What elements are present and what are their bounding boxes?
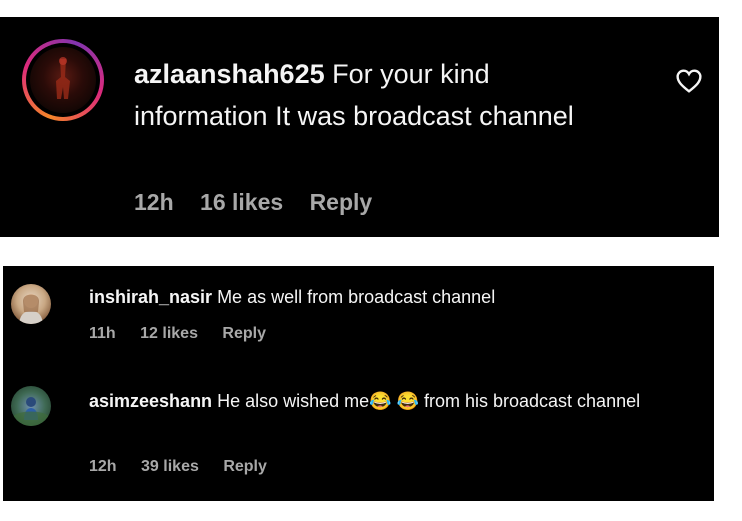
comment-username[interactable]: inshirah_nasir (89, 287, 212, 307)
comment-time[interactable]: 11h (89, 325, 116, 342)
comment-text: from his broadcast channel (418, 391, 641, 411)
avatar[interactable] (11, 284, 51, 324)
comment-likes[interactable]: 12 likes (140, 325, 198, 342)
reply-button[interactable]: Reply (310, 189, 373, 215)
avatar (30, 47, 96, 113)
comment-username[interactable]: azlaanshah625 (134, 59, 325, 89)
comment-panel-top: azlaanshah625 For your kind information … (0, 17, 719, 237)
like-heart-icon[interactable] (676, 69, 702, 93)
laughing-emoji-icon: 😂 😂 (369, 391, 419, 411)
reply-button[interactable]: Reply (222, 325, 266, 342)
comment-likes[interactable]: 16 likes (200, 189, 283, 215)
comment-likes[interactable]: 39 likes (141, 458, 199, 475)
comment-time[interactable]: 12h (89, 458, 117, 475)
comment-body: azlaanshah625 For your kind information … (134, 53, 604, 137)
comment-panel-bottom: inshirah_nasir Me as well from broadcast… (3, 266, 714, 501)
comment-text: Me as well from broadcast channel (217, 287, 496, 307)
avatar[interactable] (11, 386, 51, 426)
reply-button[interactable]: Reply (223, 458, 267, 475)
comment-body: asimzeeshann He also wished me😂 😂 from h… (89, 388, 689, 414)
comment-meta: 12h 16 likes Reply (134, 189, 392, 216)
comment-meta: 11h 12 likes Reply (89, 325, 286, 343)
comment-text: He also wished me (217, 391, 370, 411)
avatar-figure-icon (56, 57, 70, 99)
avatar-story-ring[interactable] (22, 39, 104, 121)
avatar-person-icon (13, 397, 49, 426)
comment-time[interactable]: 12h (134, 189, 174, 215)
avatar-person-icon (19, 294, 43, 324)
comment-body: inshirah_nasir Me as well from broadcast… (89, 284, 689, 310)
comment-meta: 12h 39 likes Reply (89, 458, 287, 476)
comment-username[interactable]: asimzeeshann (89, 391, 212, 411)
